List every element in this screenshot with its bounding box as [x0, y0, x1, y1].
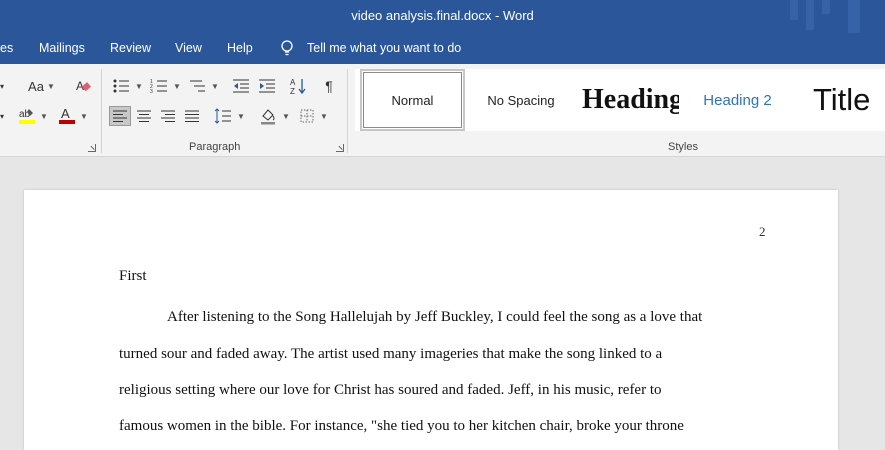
chevron-down-icon[interactable]: ▼ — [80, 112, 88, 121]
change-case-button[interactable]: Aa — [26, 76, 46, 96]
justify-icon[interactable] — [181, 106, 203, 126]
align-center-icon[interactable] — [133, 106, 155, 126]
title-bar: video analysis.final.docx - Word — [0, 0, 885, 33]
paragraph-line: turned sour and faded away. The artist u… — [119, 346, 663, 362]
chevron-down-icon[interactable]: ▼ — [211, 82, 219, 91]
window-title: video analysis.final.docx - Word — [351, 8, 534, 23]
borders-icon[interactable] — [296, 106, 318, 126]
bullets-icon[interactable] — [110, 76, 132, 96]
svg-text:Z: Z — [290, 87, 295, 95]
align-left-icon[interactable] — [109, 106, 131, 126]
chevron-down-icon[interactable]: ▼ — [135, 82, 143, 91]
numbering-icon[interactable]: 123 — [148, 76, 170, 96]
paragraph-dialog-launcher-icon[interactable] — [336, 144, 344, 152]
group-separator — [347, 69, 348, 153]
styles-gallery: Normal No Spacing Heading 1 Heading 2 Ti… — [355, 69, 885, 131]
font-dialog-launcher-icon[interactable] — [88, 144, 96, 152]
group-separator — [101, 69, 102, 153]
line-spacing-icon[interactable] — [212, 106, 234, 126]
titlebar-decoration — [822, 0, 830, 14]
styles-group-label: Styles — [668, 141, 698, 153]
tab-references[interactable]: es — [0, 41, 13, 55]
chevron-down-icon[interactable]: ▼ — [237, 112, 245, 121]
titlebar-decoration — [848, 0, 860, 33]
page-number: 2 — [759, 224, 766, 239]
highlight-color-icon[interactable]: ab — [16, 106, 38, 126]
document-heading: First — [119, 268, 147, 284]
clear-formatting-icon[interactable]: A — [72, 76, 94, 96]
svg-text:A: A — [61, 106, 70, 121]
tell-me-search[interactable]: Tell me what you want to do — [307, 41, 461, 55]
sort-icon[interactable]: AZ — [287, 76, 309, 96]
style-normal[interactable]: Normal — [360, 69, 465, 131]
paragraph-line: famous women in the bible. For instance,… — [119, 418, 684, 434]
document-canvas[interactable]: 2 First After listening to the Song Hall… — [0, 157, 885, 450]
style-no-spacing[interactable]: No Spacing — [473, 69, 569, 131]
tab-review[interactable]: Review — [110, 41, 151, 55]
svg-text:A: A — [290, 78, 296, 87]
chevron-down-icon[interactable]: ▼ — [320, 112, 328, 121]
increase-indent-icon[interactable] — [256, 76, 278, 96]
document-page[interactable]: 2 First After listening to the Song Hall… — [24, 190, 838, 450]
shading-icon[interactable] — [257, 106, 279, 126]
chevron-down-icon[interactable]: ▼ — [40, 112, 48, 121]
paragraph-line: After listening to the Song Hallelujah b… — [167, 309, 703, 325]
svg-text:3: 3 — [150, 89, 153, 94]
lightbulb-icon — [281, 40, 293, 56]
tab-help[interactable]: Help — [227, 41, 253, 55]
ribbon-tabs: es Mailings Review View Help Tell me wha… — [0, 33, 885, 64]
titlebar-decoration — [806, 0, 814, 30]
font-dropdown-arrow[interactable]: ▾ — [0, 106, 8, 126]
style-heading-2[interactable]: Heading 2 — [690, 69, 785, 131]
chevron-down-icon[interactable]: ▼ — [282, 112, 290, 121]
multilevel-list-icon[interactable] — [186, 76, 208, 96]
chevron-down-icon[interactable]: ▼ — [173, 82, 181, 91]
style-heading-1[interactable]: Heading 1 — [577, 69, 679, 131]
tab-view[interactable]: View — [175, 41, 202, 55]
font-color-icon[interactable]: A — [56, 106, 78, 126]
chevron-down-icon[interactable]: ▼ — [47, 82, 55, 91]
decrease-indent-icon[interactable] — [230, 76, 252, 96]
paragraph-line: religious setting where our love for Chr… — [119, 382, 662, 398]
titlebar-decoration — [790, 0, 798, 20]
font-dropdown-arrow[interactable]: ▾ — [0, 76, 8, 96]
tab-mailings[interactable]: Mailings — [39, 41, 85, 55]
style-title[interactable]: Title — [807, 69, 885, 131]
paragraph-group-label: Paragraph — [189, 141, 241, 153]
align-right-icon[interactable] — [157, 106, 179, 126]
pilcrow-icon[interactable]: ¶ — [318, 76, 340, 96]
